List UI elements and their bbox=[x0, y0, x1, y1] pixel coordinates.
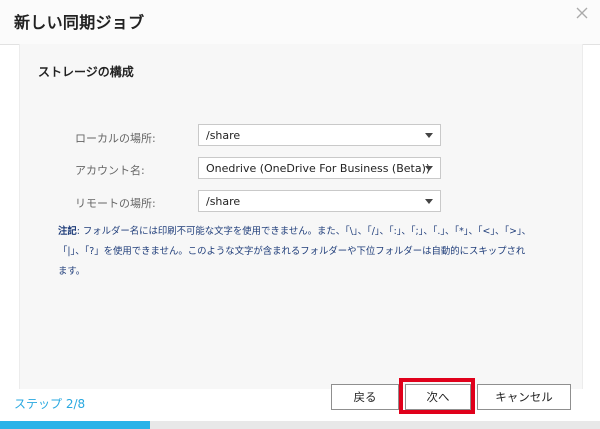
local-location-select[interactable]: /share bbox=[198, 124, 441, 146]
caret-down-icon bbox=[425, 133, 433, 138]
note-line-1-text: : フォルダー名には印刷不可能な文字を使用できません。また、「\」、「/」、「:… bbox=[76, 226, 532, 237]
caret-down-icon bbox=[425, 199, 433, 204]
close-icon[interactable] bbox=[574, 5, 590, 21]
note-label: 注記 bbox=[58, 226, 77, 237]
cancel-button[interactable]: キャンセル bbox=[477, 384, 571, 410]
wizard-progress-fill bbox=[0, 421, 150, 429]
step-label: ステップ bbox=[14, 397, 66, 411]
note-line-3: ます。 bbox=[58, 266, 86, 277]
wizard-progress-bar bbox=[0, 421, 600, 429]
remote-location-select[interactable]: /share bbox=[198, 190, 441, 212]
remote-location-value: /share bbox=[206, 195, 241, 208]
back-button[interactable]: 戻る bbox=[331, 384, 399, 410]
note-line-1: 注記: フォルダー名には印刷不可能な文字を使用できません。また、「\」、「/」、… bbox=[58, 222, 538, 242]
storage-config-panel: ストレージの構成 ローカルの場所: /share アカウント名: Onedriv… bbox=[19, 44, 583, 389]
account-name-label: アカウント名: bbox=[75, 164, 145, 177]
step-indicator: ステップ 2/8 bbox=[14, 395, 85, 412]
caret-down-icon bbox=[425, 166, 433, 171]
note-line-2: 「|」、「?」を使用できません。このような文字が含まれるフォルダーや下位フォルダ… bbox=[58, 246, 526, 257]
step-value: 2/8 bbox=[65, 397, 86, 411]
account-name-value: Onedrive (OneDrive For Business (Beta)) bbox=[206, 162, 431, 175]
note-text: 注記: フォルダー名には印刷不可能な文字を使用できません。また、「\」、「/」、… bbox=[58, 222, 538, 282]
dialog-header: 新しい同期ジョブ bbox=[0, 0, 600, 45]
section-title: ストレージの構成 bbox=[38, 65, 134, 79]
local-location-label: ローカルの場所: bbox=[75, 132, 156, 145]
new-sync-job-dialog: 新しい同期ジョブ ストレージの構成 ローカルの場所: /share アカウント名… bbox=[0, 0, 600, 429]
account-name-select[interactable]: Onedrive (OneDrive For Business (Beta)) bbox=[198, 157, 441, 179]
dialog-title: 新しい同期ジョブ bbox=[14, 13, 145, 32]
remote-location-label: リモートの場所: bbox=[75, 197, 156, 210]
next-button-highlight bbox=[399, 378, 475, 414]
local-location-value: /share bbox=[206, 129, 241, 142]
